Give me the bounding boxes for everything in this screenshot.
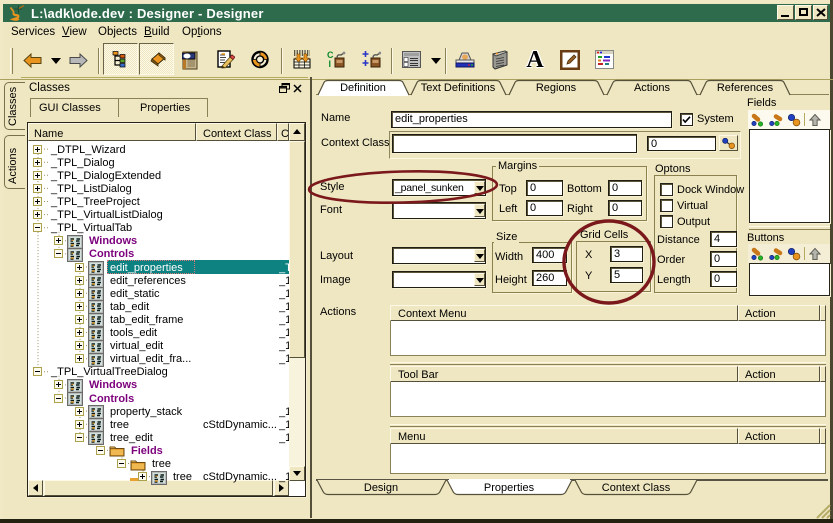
svg-text:I: I (329, 59, 332, 69)
